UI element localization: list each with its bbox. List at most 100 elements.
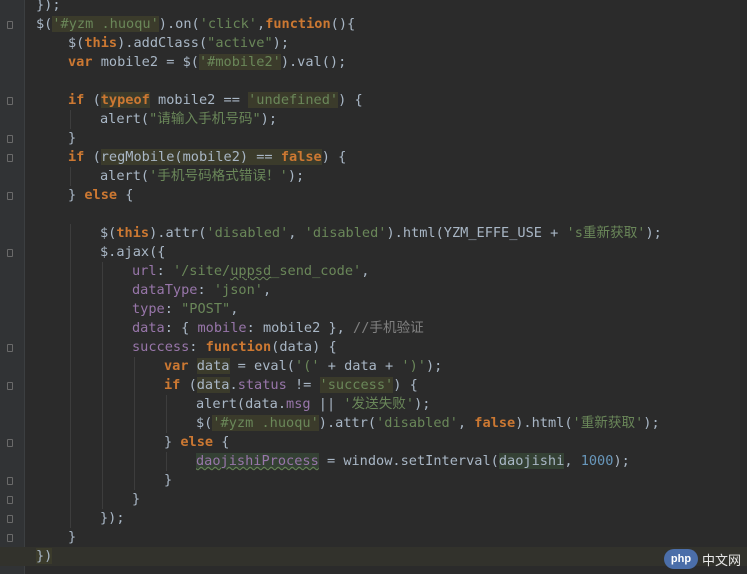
code-line[interactable]: alert('手机号码格式错误！');: [0, 167, 747, 186]
indent-guide: [70, 395, 71, 414]
indent-guide: [70, 376, 71, 395]
code-line[interactable]: });: [0, 0, 747, 15]
code-line[interactable]: }: [0, 528, 747, 547]
indent-guide: [70, 224, 71, 243]
code-line[interactable]: }): [0, 547, 747, 566]
code-token: ).attr(: [149, 225, 207, 241]
code-line[interactable]: success: function(data) {: [0, 338, 747, 357]
code-token: $(: [68, 35, 85, 51]
code-token: = window.setInterval(: [318, 453, 499, 469]
watermark: php 中文网: [663, 548, 741, 570]
code-token: );: [260, 111, 278, 127]
code-line[interactable]: }: [0, 129, 747, 148]
code-line[interactable]: if (typeof mobile2 == 'undefined') {: [0, 91, 747, 110]
indent-guide: [102, 414, 103, 433]
code-token: var: [68, 54, 101, 70]
indent-guide: [70, 243, 71, 262]
code-line[interactable]: alert("请输入手机号码");: [0, 110, 747, 129]
indent-guide: [70, 338, 71, 357]
code-line[interactable]: data: { mobile: mobile2 }, //手机验证: [0, 319, 747, 338]
code-token: var: [164, 358, 197, 374]
code-line[interactable]: if (regMobile(mobile2) == false) {: [0, 148, 747, 167]
code-line[interactable]: }: [0, 490, 747, 509]
indent-guide: [70, 452, 71, 471]
code-token: 's重新获取': [566, 225, 646, 241]
code-line[interactable]: $('#yzm .huoqu').attr('disabled', false)…: [0, 414, 747, 433]
code-token: if: [68, 149, 93, 165]
watermark-text: 中文网: [701, 552, 741, 568]
code-token: if: [68, 92, 93, 108]
code-token: :: [156, 263, 173, 279]
code-token: {: [117, 187, 134, 203]
code-line[interactable]: $(this).attr('disabled', 'disabled').htm…: [0, 224, 747, 243]
code-token: 'disabled': [304, 225, 387, 241]
code-token: else: [84, 187, 118, 203]
indent-guide: [102, 376, 103, 395]
code-token: '手机号码格式错误！': [149, 168, 288, 184]
code-token: 'undefined': [248, 92, 339, 108]
code-token: 'json': [213, 282, 263, 298]
code-line[interactable]: url: '/site/uppsd_send_code',: [0, 262, 747, 281]
code-line[interactable]: $(this).addClass("active");: [0, 34, 747, 53]
code-token: }: [68, 187, 85, 203]
code-token: }: [164, 472, 173, 488]
code-line[interactable]: $.ajax({: [0, 243, 747, 262]
code-token: type: [132, 301, 165, 317]
code-token: .: [229, 377, 238, 393]
code-line[interactable]: $('#yzm .huoqu').on('click',function(){: [0, 15, 747, 34]
code-token: (data) {: [271, 339, 337, 355]
code-token: );: [425, 358, 443, 374]
code-token: (: [92, 92, 101, 108]
code-token: 'disabled': [376, 415, 458, 431]
code-token: (){: [330, 16, 356, 32]
code-token: + data +: [319, 358, 402, 374]
code-token: ) {: [338, 92, 363, 108]
code-token: msg: [286, 396, 311, 412]
indent-guide: [102, 319, 103, 338]
code-token: '发送失败': [343, 396, 415, 412]
code-token: :: [164, 301, 182, 317]
code-token: $(: [100, 225, 117, 241]
code-line[interactable]: type: "POST",: [0, 300, 747, 319]
code-line[interactable]: if (data.status != 'success') {: [0, 376, 747, 395]
code-line[interactable]: });: [0, 509, 747, 528]
code-token: ).on(: [158, 16, 200, 32]
code-line[interactable]: [0, 205, 747, 224]
indent-guide: [70, 509, 71, 528]
indent-guide: [166, 452, 167, 471]
code-token: alert(: [100, 168, 150, 184]
code-token: 'disabled': [206, 225, 289, 241]
code-line[interactable]: var mobile2 = $('#mobile2').val();: [0, 53, 747, 72]
code-token: }): [36, 548, 53, 564]
code-token: ')': [401, 358, 426, 374]
code-token: "active": [207, 35, 273, 51]
code-line[interactable]: } else {: [0, 433, 747, 452]
code-token: $.ajax({: [100, 244, 166, 260]
code-line[interactable]: daojishiProcess = window.setInterval(dao…: [0, 452, 747, 471]
indent-guide: [102, 471, 103, 490]
code-line[interactable]: } else {: [0, 186, 747, 205]
indent-guide: [134, 471, 135, 490]
code-editor[interactable]: }); $('#yzm .huoqu').on('click',function(…: [0, 0, 747, 574]
indent-guide: [70, 110, 71, 129]
code-token: });: [100, 510, 125, 526]
code-token: daojishiProcess: [196, 453, 319, 469]
indent-guide: [102, 300, 103, 319]
code-token: function: [205, 339, 272, 355]
code-line[interactable]: }: [0, 471, 747, 490]
code-line[interactable]: dataType: 'json',: [0, 281, 747, 300]
code-token: (: [188, 377, 197, 393]
code-token: );: [272, 35, 290, 51]
code-line[interactable]: alert(data.msg || '发送失败');: [0, 395, 747, 414]
code-token: data: [196, 377, 230, 393]
code-token: : mobile2 },: [246, 320, 354, 336]
code-line[interactable]: [0, 72, 747, 91]
indent-guide: [102, 490, 103, 509]
code-token: }: [164, 434, 181, 450]
code-line[interactable]: var data = eval('(' + data + ')');: [0, 357, 747, 376]
code-token: {: [213, 434, 230, 450]
code-token: ).addClass(: [117, 35, 208, 51]
code-token: uppsd: [230, 263, 272, 279]
code-token: :: [197, 282, 214, 298]
code-token: );: [287, 168, 305, 184]
